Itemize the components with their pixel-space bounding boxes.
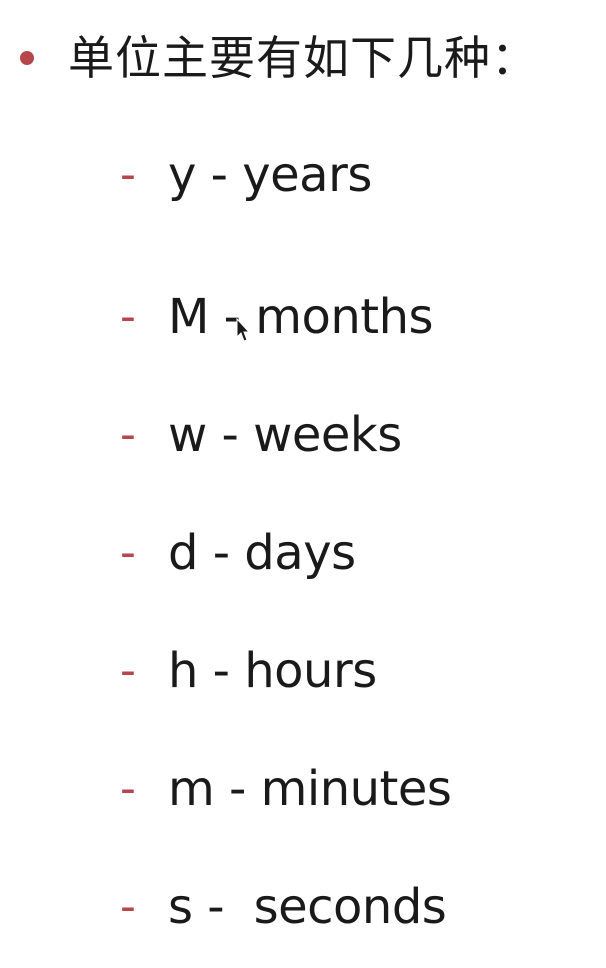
list-item-seconds: - s - seconds [120,848,451,966]
dash-bullet-icon: - [120,763,136,814]
mouse-pointer-icon [236,318,250,342]
list-item-weeks: - w - weeks [120,376,451,494]
list-item-text: y - years [168,147,372,203]
dash-bullet-icon: - [120,645,136,696]
list-item-minutes: - m - minutes [120,730,452,848]
dash-bullet-icon: - [120,291,136,342]
list-item-hours: - h - hours [120,612,451,730]
dash-bullet-icon: - [120,409,136,460]
heading-text: 单位主要有如下几种： [68,31,538,85]
unit-list: - y - years - M - months - w - weeks - d… [120,140,452,966]
list-item-years: - y - years [120,140,451,210]
list-item-text: w - weeks [168,407,402,463]
dash-bullet-icon: - [120,527,136,578]
slide: 单位主要有如下几种： - y - years - M - months - w … [0,0,606,968]
list-item-days: - d - days [120,494,451,612]
list-item-months: - M - months [120,258,451,376]
list-item-text: s - seconds [168,879,447,935]
list-item-text: M - months [168,289,434,345]
heading-row: 单位主要有如下几种： [20,20,538,96]
dash-bullet-icon: - [120,149,136,200]
list-item-text: d - days [168,525,356,581]
list-item-text: h - hours [168,643,377,699]
bullet-dot-icon [20,51,34,65]
dash-bullet-icon: - [120,881,136,932]
list-item-text: m - minutes [168,761,452,817]
